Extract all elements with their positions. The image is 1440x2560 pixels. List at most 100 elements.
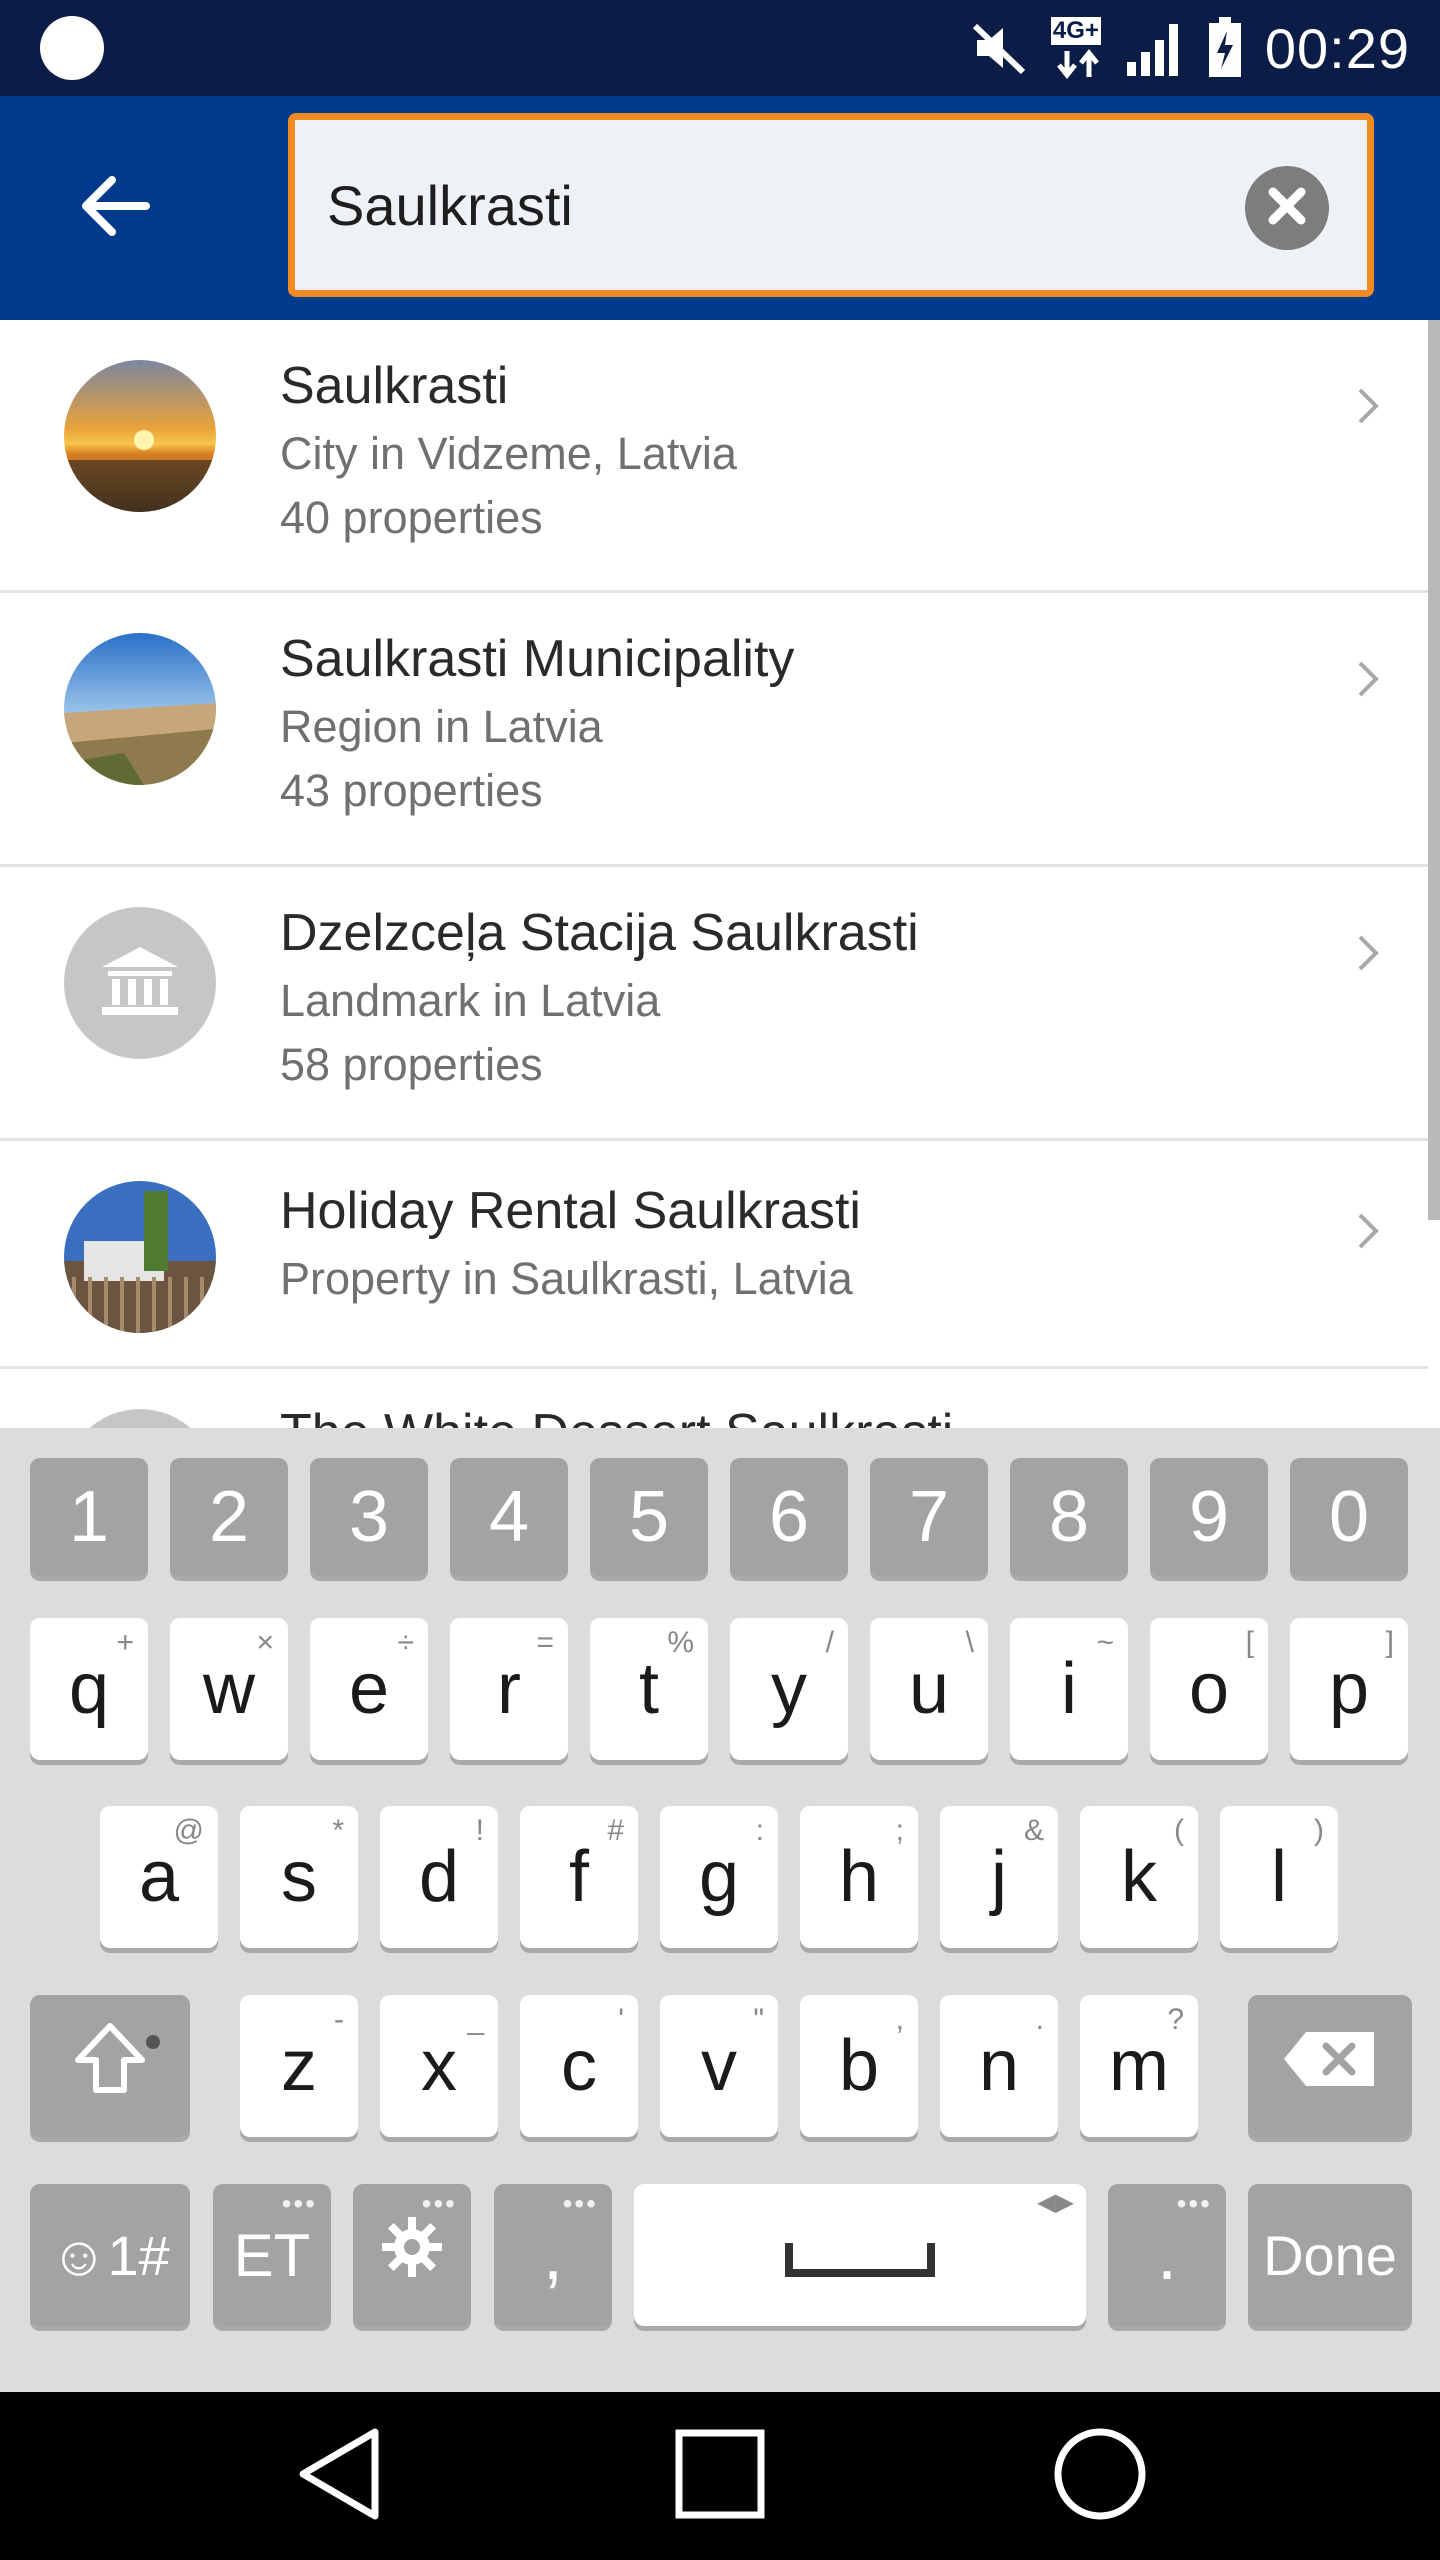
key-label: k	[1121, 1837, 1157, 1917]
key-hint: (	[1174, 1814, 1184, 1847]
scrollbar[interactable]	[1428, 320, 1440, 1220]
key-d[interactable]: d!	[380, 1806, 498, 1948]
symbols-key[interactable]: ☺1#	[30, 2184, 190, 2326]
shift-key[interactable]	[30, 1995, 190, 2137]
result-title: Dzelzceļa Stacija Saulkrasti	[280, 904, 919, 962]
list-item[interactable]: Saulkrasti City in Vidzeme, Latvia 40 pr…	[0, 320, 1428, 593]
key-label: p	[1328, 1649, 1370, 1729]
key-i[interactable]: i ~	[1010, 1618, 1128, 1760]
battery-charging-icon	[1207, 17, 1243, 79]
list-item[interactable]: Holiday Rental Saulkrasti Property in Sa…	[0, 1141, 1428, 1369]
key-n[interactable]: n.	[940, 1995, 1058, 2137]
key-hint: :	[755, 1814, 764, 1847]
signal-icon	[1125, 18, 1185, 78]
key-hint: &	[1023, 1814, 1044, 1847]
key-z[interactable]: z-	[240, 1995, 358, 2137]
key-label: j	[991, 1837, 1007, 1917]
key-hint: !	[475, 1814, 484, 1847]
key-f[interactable]: f #	[520, 1806, 638, 1948]
key-label: h	[838, 1837, 880, 1917]
key-2[interactable]: 2	[170, 1458, 288, 1576]
key-h[interactable]: h;	[800, 1806, 918, 1948]
key-9[interactable]: 9	[1150, 1458, 1268, 1576]
key-v[interactable]: v "	[660, 1995, 778, 2137]
key-label: b	[838, 2026, 880, 2106]
nav-back-button[interactable]	[280, 2416, 400, 2536]
language-key[interactable]: ••• ET	[213, 2184, 331, 2326]
space-bar-icon	[785, 2214, 935, 2296]
nav-home-icon	[1053, 2427, 1147, 2526]
results-list: Saulkrasti City in Vidzeme, Latvia 40 pr…	[0, 320, 1440, 1428]
key-hint: +	[116, 1626, 134, 1659]
list-item[interactable]: Saulkrasti Municipality Region in Latvia…	[0, 593, 1428, 867]
space-key[interactable]: ◀▶	[634, 2184, 1086, 2326]
list-item[interactable]: Dzelzceļa Stacija Saulkrasti Landmark in…	[0, 867, 1428, 1141]
key-k[interactable]: k(	[1080, 1806, 1198, 1948]
key-4[interactable]: 4	[450, 1458, 568, 1576]
clear-button[interactable]	[1245, 166, 1329, 250]
key-label: m	[1109, 2026, 1169, 2106]
key-label: 4	[488, 1477, 530, 1557]
result-subtitle: City in Vidzeme, Latvia	[280, 428, 737, 479]
done-key[interactable]: Done	[1248, 2184, 1412, 2326]
key-a[interactable]: a @	[100, 1806, 218, 1948]
key-hint: -	[334, 2003, 344, 2036]
key-1[interactable]: 1	[30, 1458, 148, 1576]
key-b[interactable]: b,	[800, 1995, 918, 2137]
key-label: r	[497, 1649, 521, 1729]
key-o[interactable]: o[	[1150, 1618, 1268, 1760]
key-e[interactable]: e ÷	[310, 1618, 428, 1760]
key-label: 8	[1048, 1477, 1090, 1557]
clear-icon	[1267, 186, 1307, 231]
search-input[interactable]	[327, 120, 1227, 290]
key-8[interactable]: 8	[1010, 1458, 1128, 1576]
search-box[interactable]	[288, 113, 1374, 297]
sunset-photo	[64, 360, 216, 512]
period-key[interactable]: ••• .	[1108, 2184, 1226, 2326]
key-label: o	[1188, 1649, 1230, 1729]
result-title: Saulkrasti Municipality	[280, 630, 795, 688]
key-s[interactable]: s *	[240, 1806, 358, 1948]
key-label: u	[908, 1649, 950, 1729]
comma-key[interactable]: ••• ,	[494, 2184, 612, 2326]
backspace-key[interactable]	[1248, 1995, 1412, 2137]
result-count: 40 properties	[280, 492, 543, 543]
settings-key[interactable]: •••	[353, 2184, 471, 2326]
key-t[interactable]: t%	[590, 1618, 708, 1760]
key-y[interactable]: y /	[730, 1618, 848, 1760]
result-subtitle: Landmark in Latvia	[280, 975, 661, 1026]
key-7[interactable]: 7	[870, 1458, 988, 1576]
result-count: 58 properties	[280, 1039, 543, 1090]
key-c[interactable]: c '	[520, 1995, 638, 2137]
key-q[interactable]: q +	[30, 1618, 148, 1760]
nav-circle-button[interactable]	[1040, 2416, 1160, 2536]
key-label: q	[68, 1649, 110, 1729]
back-button[interactable]	[60, 158, 170, 258]
key-g[interactable]: g:	[660, 1806, 778, 1948]
nav-home-button[interactable]	[660, 2416, 780, 2536]
key-3[interactable]: 3	[310, 1458, 428, 1576]
key-label: 7	[908, 1477, 950, 1557]
key-0[interactable]: 0	[1290, 1458, 1408, 1576]
key-label: z	[281, 2026, 317, 2106]
key-5[interactable]: 5	[590, 1458, 708, 1576]
key-m[interactable]: m?	[1080, 1995, 1198, 2137]
key-l[interactable]: l)	[1220, 1806, 1338, 1948]
chevron-right-icon	[1348, 376, 1388, 436]
search-header	[0, 96, 1440, 320]
key-hint: _	[467, 2003, 484, 2036]
key-x[interactable]: x _	[380, 1995, 498, 2137]
key-u[interactable]: u \	[870, 1618, 988, 1760]
key-w[interactable]: w ×	[170, 1618, 288, 1760]
key-hint: ;	[895, 1814, 904, 1847]
key-6[interactable]: 6	[730, 1458, 848, 1576]
key-r[interactable]: r =	[450, 1618, 568, 1760]
key-label: w	[203, 1649, 255, 1729]
key-label: i	[1061, 1649, 1077, 1729]
key-label: 9	[1188, 1477, 1230, 1557]
list-item[interactable]: The White Dessert Saulkrasti	[0, 1369, 1428, 1428]
key-j[interactable]: j &	[940, 1806, 1058, 1948]
key-hint: )	[1314, 1814, 1324, 1847]
network-4g-icon: 4G+	[1050, 13, 1103, 83]
key-p[interactable]: p]	[1290, 1618, 1408, 1760]
